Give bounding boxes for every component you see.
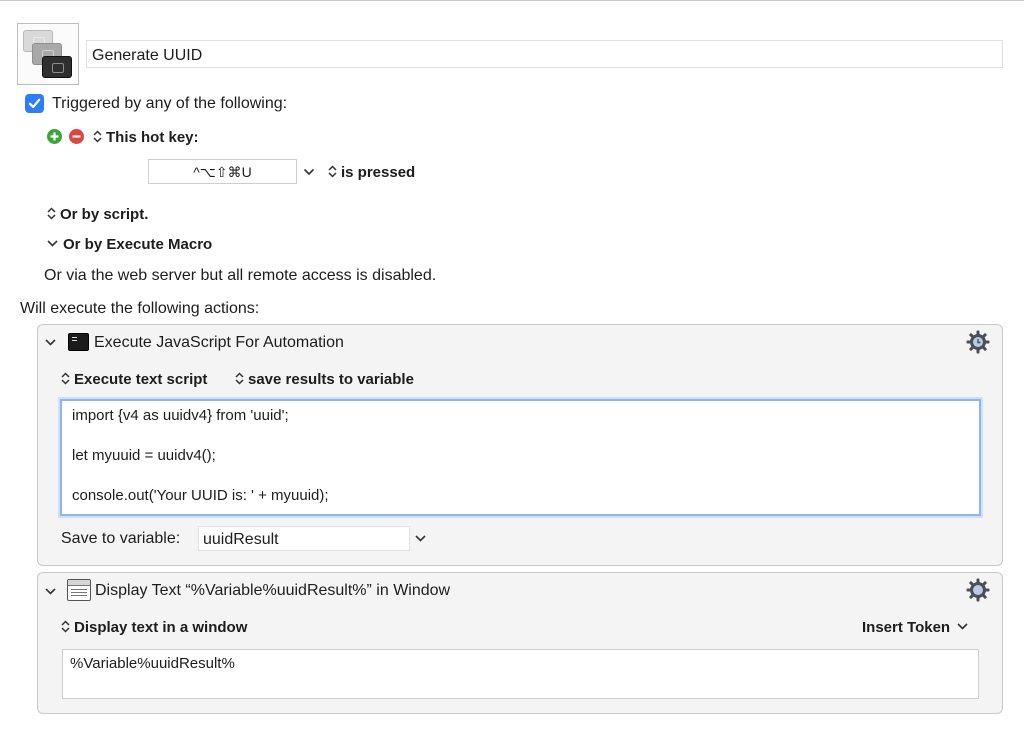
window-top-border	[0, 0, 1024, 1]
script-trigger-popup[interactable]: Or by script.	[47, 206, 148, 223]
display-mode-label: Display text in a window	[74, 619, 248, 636]
triggered-label: Triggered by any of the following:	[52, 95, 288, 112]
collapse-chevron-icon[interactable]	[45, 588, 56, 595]
remove-trigger-button[interactable]	[69, 129, 84, 144]
script-editor[interactable]: import {v4 as uuidv4} from 'uuid'; let m…	[60, 399, 981, 516]
up-down-chevron-icon	[47, 207, 56, 220]
hotkey-label: This hot key:	[106, 129, 199, 146]
output-mode-label: save results to variable	[248, 371, 414, 388]
insert-token-menu[interactable]: Insert Token	[862, 619, 968, 636]
pressed-label: is pressed	[341, 164, 416, 181]
execute-macro-disclosure[interactable]: Or by Execute Macro	[47, 236, 212, 253]
display-mode-popup[interactable]: Display text in a window	[61, 619, 247, 636]
insert-token-label: Insert Token	[862, 619, 951, 636]
up-down-chevron-icon	[61, 620, 70, 633]
up-down-chevron-icon	[235, 372, 244, 385]
display-text-field[interactable]: %Variable%uuidResult%	[62, 649, 979, 699]
up-down-chevron-icon	[328, 165, 337, 178]
hotkey-field[interactable]: ^⌥⇧⌘U	[148, 159, 297, 184]
chevron-down-icon	[47, 240, 58, 247]
script-line: let myuuid = uuidv4();	[72, 447, 216, 464]
script-trigger-label: Or by script.	[60, 206, 149, 223]
action-title: Display Text “%Variable%uuidResult%” in …	[95, 582, 451, 599]
window-icon-dark	[42, 56, 72, 78]
checkmark-icon	[28, 98, 41, 109]
collapse-chevron-icon[interactable]	[45, 339, 56, 346]
terminal-icon	[68, 333, 89, 351]
triggered-checkbox[interactable]	[25, 94, 44, 113]
window-icon	[67, 579, 91, 601]
variable-name-field[interactable]: uuidResult	[198, 526, 410, 551]
up-down-chevron-icon	[61, 372, 70, 385]
add-trigger-button[interactable]	[47, 129, 62, 144]
execute-macro-label: Or by Execute Macro	[63, 236, 213, 253]
script-line: console.out('Your UUID is: ' + myuuid);	[72, 487, 329, 504]
gear-icon[interactable]	[966, 578, 990, 602]
macro-windows-icon[interactable]	[17, 23, 79, 85]
save-to-variable-label: Save to variable:	[61, 530, 181, 547]
macro-name-field[interactable]: Generate UUID	[86, 40, 1003, 68]
up-down-chevron-icon	[93, 130, 102, 143]
web-server-text: Or via the web server but all remote acc…	[44, 267, 437, 284]
chevron-down-icon[interactable]	[303, 168, 315, 176]
chevron-down-icon	[957, 623, 968, 630]
gear-icon[interactable]	[966, 330, 990, 354]
hotkey-trigger-popup[interactable]: This hot key:	[93, 129, 199, 146]
minus-circle-icon	[69, 129, 84, 144]
script-line: import {v4 as uuidv4} from 'uuid';	[72, 407, 289, 424]
output-mode-popup[interactable]: save results to variable	[235, 371, 414, 388]
source-mode-label: Execute text script	[74, 371, 208, 388]
actions-heading: Will execute the following actions:	[20, 300, 260, 317]
source-mode-popup[interactable]: Execute text script	[61, 371, 207, 388]
pressed-popup[interactable]: is pressed	[328, 164, 415, 181]
variable-dropdown-chevron-icon[interactable]	[415, 535, 426, 542]
action-title: Execute JavaScript For Automation	[94, 334, 344, 351]
plus-circle-icon	[47, 129, 62, 144]
